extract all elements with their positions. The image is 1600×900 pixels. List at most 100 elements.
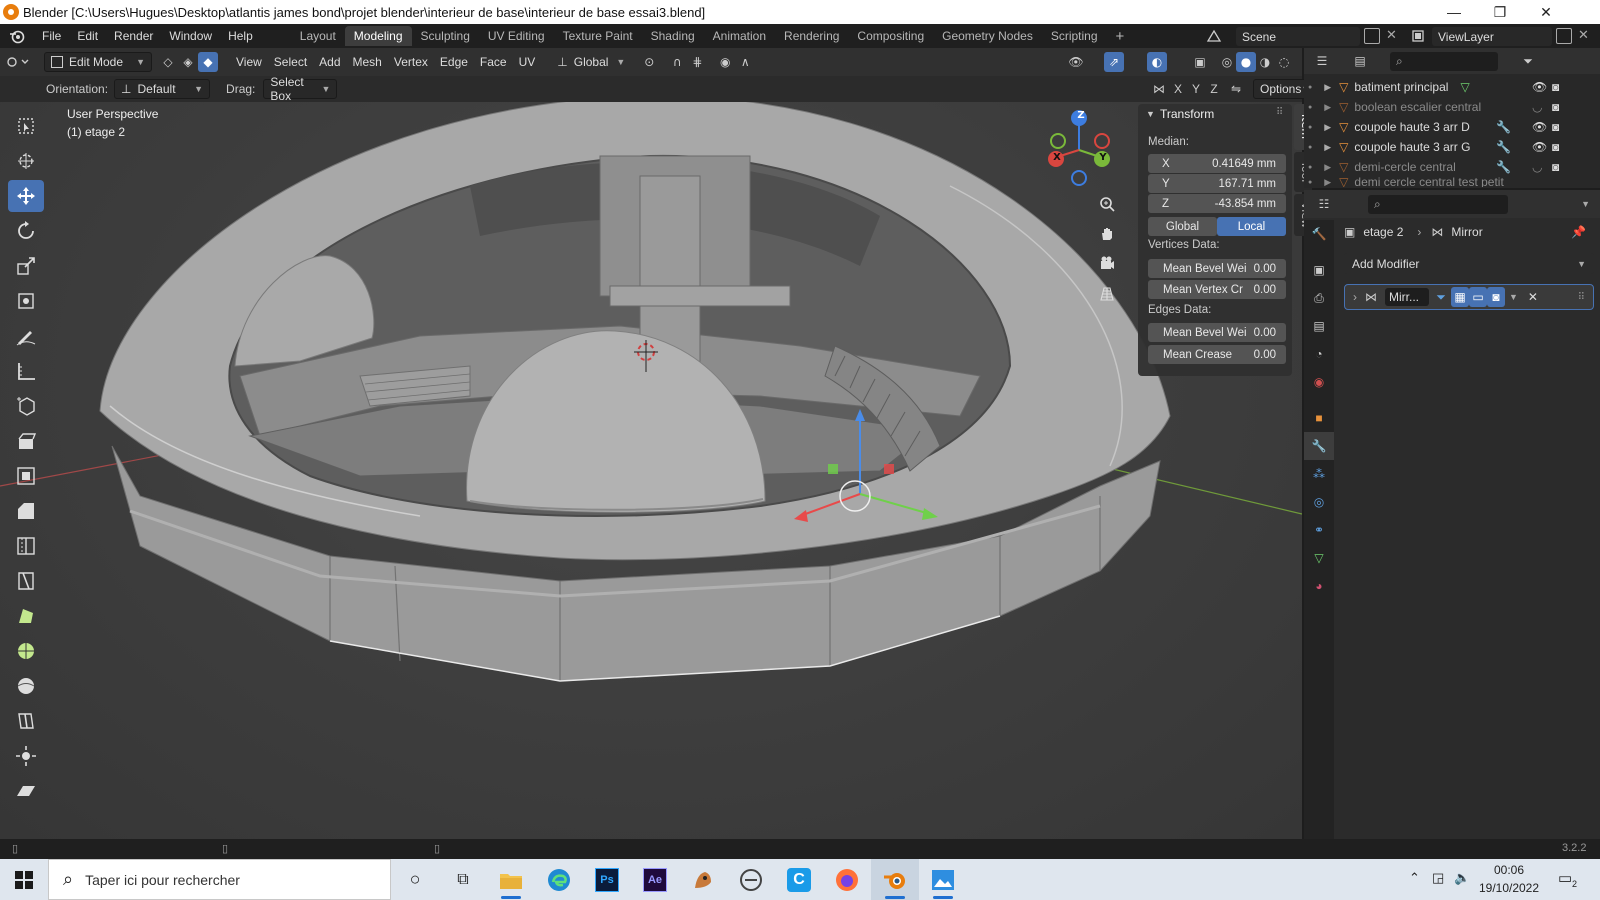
mode-selector[interactable]: Edit Mode ▼	[44, 52, 152, 72]
menu-window[interactable]: Window	[161, 29, 220, 43]
tab-shading[interactable]: Shading	[642, 26, 704, 46]
camera-icon[interactable]: ◙	[1552, 160, 1559, 174]
add-modifier-dropdown[interactable]: Add Modifier ▼	[1344, 253, 1594, 274]
drag-handle-icon[interactable]: ⠿	[1578, 292, 1585, 303]
clock-date[interactable]: 19/10/2022	[1478, 881, 1540, 895]
realtime-toggle-icon[interactable]: ▭	[1469, 287, 1487, 307]
overlays-toggle-icon[interactable]: ◐	[1147, 52, 1167, 72]
tab-geometry-nodes[interactable]: Geometry Nodes	[933, 26, 1042, 46]
mirror-icon[interactable]: ⋈	[1149, 79, 1169, 99]
scale-tool[interactable]	[8, 250, 44, 282]
list-item[interactable]: ● ▶ ▽ demi-cercle central 🔧 ◡ ◙	[1304, 157, 1600, 177]
blender-menu-icon[interactable]	[0, 28, 34, 44]
transform-orientation-selector[interactable]: ⊥ Global ▼	[551, 52, 631, 72]
smooth-tool[interactable]	[8, 670, 44, 702]
edit-mode-toggle-icon[interactable]: ⏷	[1431, 287, 1451, 307]
on-cage-toggle-icon[interactable]: ▦	[1451, 287, 1469, 307]
extrude-tool[interactable]	[8, 425, 44, 457]
solid-shading-icon[interactable]: ●	[1236, 52, 1256, 72]
properties-search-input[interactable]: ⌕	[1368, 194, 1508, 214]
orientation-dropdown[interactable]: ⊥ Default ▼	[114, 79, 211, 99]
volume-icon[interactable]: 🔈	[1454, 870, 1470, 886]
snap-magnet-icon[interactable]: ∩	[667, 52, 687, 72]
taskbar-search-box[interactable]: ⌕ Taper ici pour rechercher	[48, 859, 391, 900]
expand-arrow-icon[interactable]: ▶	[1324, 82, 1331, 93]
modifier-name-field[interactable]: Mirr...	[1385, 288, 1429, 306]
list-item[interactable]: ● ▶ ▽ coupole haute 3 arr G 🔧 👁 ◙	[1304, 137, 1600, 157]
pin-icon[interactable]: 📌	[1571, 225, 1586, 239]
remove-scene-icon[interactable]: ✕	[1386, 28, 1402, 44]
object-properties-tab[interactable]: ■	[1304, 404, 1334, 432]
wireframe-shading-icon[interactable]: ◎	[1217, 52, 1237, 72]
task-view-icon[interactable]: ⧉	[439, 859, 487, 900]
tab-sculpting[interactable]: Sculpting	[412, 26, 479, 46]
view-layer-selector[interactable]: ViewLayer	[1432, 27, 1552, 46]
tab-texture-paint[interactable]: Texture Paint	[554, 26, 642, 46]
mean-vertex-crease-field[interactable]: Mean Vertex Cr 0.00	[1148, 280, 1286, 299]
notifications-icon[interactable]: ▭	[1558, 869, 1572, 887]
render-toggle-icon[interactable]: ◙	[1487, 287, 1505, 307]
modifier-properties-tab[interactable]: 🔧	[1304, 432, 1334, 460]
photoshop-icon[interactable]: Ps	[583, 859, 631, 900]
drag-dropdown[interactable]: Select Box ▼	[263, 75, 338, 103]
menu-edge[interactable]: Edge	[434, 52, 474, 72]
after-effects-icon[interactable]: Ae	[631, 859, 679, 900]
tab-compositing[interactable]: Compositing	[848, 26, 933, 46]
camera-icon[interactable]: ◙	[1552, 120, 1559, 134]
median-z-field[interactable]: Z -43.854 mm	[1148, 194, 1286, 213]
output-properties-tab[interactable]: ⎙	[1304, 284, 1334, 312]
rotate-tool[interactable]	[8, 215, 44, 247]
scene-properties-tab[interactable]: ◔	[1304, 340, 1334, 368]
median-y-field[interactable]: Y 167.71 mm	[1148, 174, 1286, 193]
pivot-point-icon[interactable]: ⊙	[639, 52, 659, 72]
camera-view-icon[interactable]	[1093, 250, 1121, 278]
global-toggle[interactable]: Global	[1148, 217, 1217, 236]
filter-icon[interactable]: ⏷	[1518, 51, 1538, 71]
world-properties-tab[interactable]: ◉	[1304, 368, 1334, 396]
pan-hand-icon[interactable]	[1093, 220, 1121, 248]
edge-select-mode-icon[interactable]: ◈	[178, 52, 198, 72]
drag-handle-icon[interactable]: ⠿	[1276, 107, 1283, 118]
firefox-icon[interactable]	[823, 859, 871, 900]
falloff-icon[interactable]: ∧	[735, 52, 755, 72]
constraints-properties-tab[interactable]: ⚭	[1304, 516, 1334, 544]
blender-taskbar-icon[interactable]	[871, 859, 919, 900]
proportional-editing-icon[interactable]: ◉	[715, 52, 735, 72]
median-x-field[interactable]: X 0.41649 mm	[1148, 154, 1286, 173]
tab-scripting[interactable]: Scripting	[1042, 26, 1107, 46]
network-icon[interactable]: ◲	[1432, 870, 1444, 886]
chevron-down-icon[interactable]: ▼	[1146, 109, 1155, 119]
menu-uv[interactable]: UV	[513, 52, 542, 72]
editor-type-icon[interactable]	[0, 52, 44, 72]
list-item[interactable]: ● ▶ ▽ boolean escalier central ◡ ◙	[1304, 97, 1600, 117]
menu-vertex[interactable]: Vertex	[388, 52, 434, 72]
tool-properties-tab[interactable]: 🔨	[1304, 220, 1334, 248]
particles-properties-tab[interactable]: ⁂	[1304, 460, 1334, 488]
outliner-editor-type-icon[interactable]: ☰	[1312, 51, 1332, 71]
minimize-button[interactable]: —	[1431, 0, 1477, 24]
windows-start-icon[interactable]	[0, 859, 48, 900]
transform-tool[interactable]	[8, 285, 44, 317]
navigation-gizmo[interactable]	[1048, 110, 1118, 186]
tab-rendering[interactable]: Rendering	[775, 26, 848, 46]
3d-viewport[interactable]: User Perspective (1) etage 2 Z Y X	[0, 76, 1302, 839]
menu-select[interactable]: Select	[268, 52, 313, 72]
poly-build-tool[interactable]	[8, 600, 44, 632]
data-properties-tab[interactable]: ▽	[1304, 544, 1334, 572]
expand-arrow-icon[interactable]: ▶	[1324, 142, 1331, 153]
display-mode-icon[interactable]: ▤	[1350, 51, 1370, 71]
material-shading-icon[interactable]: ◑	[1255, 52, 1275, 72]
chevron-up-icon[interactable]: ⌃	[1409, 870, 1420, 886]
shear-tool[interactable]	[8, 775, 44, 807]
vertex-select-mode-icon[interactable]: ◇	[158, 52, 178, 72]
snap-target-icon[interactable]: ⋕	[687, 52, 707, 72]
list-item[interactable]: ● ▶ ▽ coupole haute 3 arr D 🔧 👁 ◙	[1304, 117, 1600, 137]
list-item[interactable]: ● ▶ ▽ demi cercle central test petit	[1304, 177, 1600, 187]
eye-icon[interactable]: 👁	[1532, 120, 1547, 134]
expand-arrow-icon[interactable]: ▶	[1324, 162, 1331, 173]
remove-modifier-icon[interactable]: ✕	[1528, 290, 1538, 304]
edge-browser-icon[interactable]	[535, 859, 583, 900]
visibility-toggle-icon[interactable]: 👁	[1066, 52, 1086, 72]
expand-arrow-icon[interactable]: ▶	[1324, 102, 1331, 113]
clock-time[interactable]: 00:06	[1478, 863, 1540, 877]
